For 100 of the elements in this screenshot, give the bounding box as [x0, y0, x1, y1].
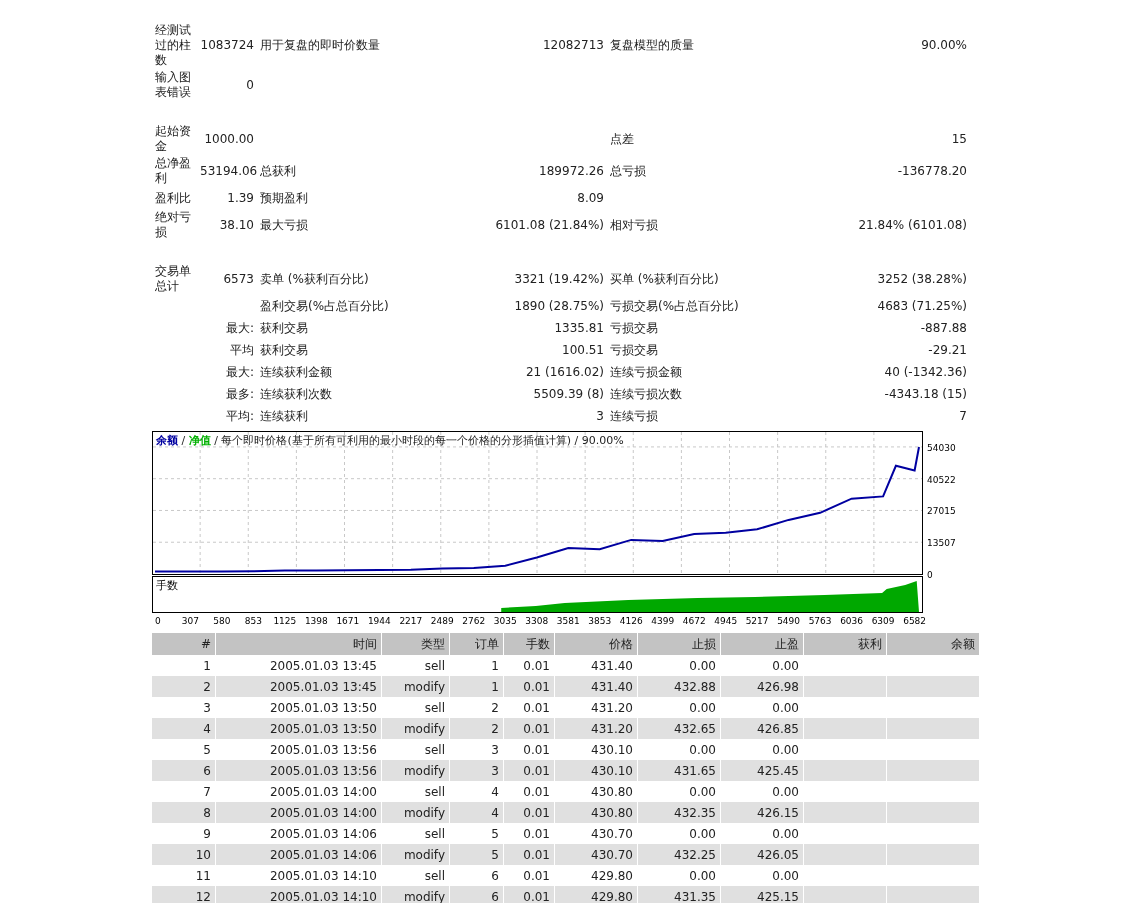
stat-value: 1335.81	[554, 320, 604, 335]
table-cell: 0.01	[523, 679, 550, 694]
table-cell: 429.80	[591, 889, 633, 903]
stat-label: 亏损交易	[610, 342, 658, 357]
x-tick-label: 4672	[682, 616, 706, 626]
x-tick-label: 1398	[304, 616, 328, 626]
table-cell: 6	[203, 763, 211, 778]
table-cell: 2	[203, 679, 211, 694]
table-cell: 0.01	[523, 658, 550, 673]
stat-value: 7	[959, 408, 967, 423]
table-cell: 431.35	[674, 889, 716, 903]
x-tick-label: 2217	[399, 616, 423, 626]
column-header: 价格	[555, 633, 637, 655]
stat-label: 经测试过的柱数	[155, 23, 191, 67]
table-cell: 0.00	[772, 700, 799, 715]
table-cell: modify	[403, 763, 445, 778]
table-cell: modify	[403, 847, 445, 862]
table-cell: 431.40	[591, 679, 633, 694]
table-cell: 0.00	[772, 742, 799, 757]
table-cell: 430.70	[591, 826, 633, 841]
table-cell: 0.00	[689, 742, 716, 757]
table-cell: 5	[491, 847, 499, 862]
stat-label: 输入图表错误	[155, 70, 191, 99]
table-cell: 4	[491, 784, 499, 799]
table-cell: 432.88	[674, 679, 716, 694]
x-tick-label: 4126	[619, 616, 643, 626]
stat-label: 用于复盘的即时价数量	[260, 38, 380, 52]
stat-value: 1000.00	[204, 131, 254, 146]
table-cell: 6	[491, 889, 499, 903]
table-cell: 1	[203, 658, 211, 673]
table-cell: 3	[491, 763, 499, 778]
stat-label: 卖单 (%获利百分比)	[260, 271, 369, 286]
table-cell: 426.85	[757, 721, 799, 736]
x-tick-label: 6309	[871, 616, 895, 626]
stat-value: 90.00%	[921, 38, 967, 52]
stat-value: 最大:	[225, 320, 254, 335]
table-cell: 432.65	[674, 721, 716, 736]
table-cell: 426.98	[757, 679, 799, 694]
stat-label: 最大亏损	[260, 217, 308, 232]
lots-label: 手数	[156, 579, 178, 592]
table-cell: 2005.01.03 14:06	[269, 847, 377, 862]
table-cell: 2005.01.03 13:56	[269, 742, 377, 757]
stat-value: 12082713	[542, 38, 604, 52]
stat-value: 0	[246, 77, 254, 92]
column-header: 时间	[216, 633, 381, 655]
stat-value: 21 (1616.02)	[525, 364, 604, 379]
column-header: 余额	[887, 633, 979, 655]
table-cell: 0.01	[523, 805, 550, 820]
stat-label: 点差	[610, 131, 634, 146]
table-cell: 0.00	[689, 658, 716, 673]
stat-label: 盈利交易(%占总百分比)	[260, 298, 389, 313]
stat-value: 189972.26	[539, 163, 604, 178]
y-tick-label: 40522	[927, 474, 956, 485]
x-tick-label: 0	[155, 616, 161, 626]
stat-value: 3	[596, 408, 604, 423]
table-cell: 0.00	[689, 826, 716, 841]
table-cell: 2005.01.03 13:45	[269, 658, 377, 673]
table-cell: 2005.01.03 13:50	[269, 721, 377, 736]
stat-label: 买单 (%获利百分比)	[610, 271, 719, 286]
table-cell: sell	[424, 784, 445, 799]
x-tick-label: 2489	[430, 616, 454, 626]
table-cell: sell	[424, 826, 445, 841]
table-cell: 6	[491, 868, 499, 883]
stat-value: 1890 (28.75%)	[514, 298, 604, 313]
table-cell: 0.00	[772, 658, 799, 673]
stat-value: 3321 (19.42%)	[514, 271, 604, 286]
table-cell: 9	[203, 826, 211, 841]
stat-value: 100.51	[562, 342, 604, 357]
table-cell: 8	[203, 805, 211, 820]
x-tick-label: 4945	[714, 616, 738, 626]
stat-label: 盈利比	[155, 190, 191, 205]
stat-value: 1.39	[227, 190, 254, 205]
stat-value: 4683 (71.25%)	[877, 298, 967, 313]
table-cell: 431.65	[674, 763, 716, 778]
table-cell: 431.40	[591, 658, 633, 673]
x-tick-label: 5490	[777, 616, 801, 626]
table-cell: 12	[195, 889, 211, 903]
stat-value: 8.09	[577, 190, 604, 205]
x-tick-label: 1125	[273, 616, 297, 626]
table-cell: 4	[203, 721, 211, 736]
x-tick-label: 5217	[745, 616, 769, 626]
y-tick-label: 54030	[927, 442, 956, 453]
stat-label: 总净盈利	[155, 156, 191, 185]
table-cell: sell	[424, 868, 445, 883]
stat-value: -29.21	[928, 342, 967, 357]
table-cell: 0.01	[523, 742, 550, 757]
table-cell: 431.20	[591, 700, 633, 715]
table-cell: 429.80	[591, 868, 633, 883]
stat-value: 平均	[230, 342, 254, 357]
table-cell: 7	[203, 784, 211, 799]
table-cell: 0.01	[523, 889, 550, 903]
y-tick-label: 0	[927, 570, 933, 580]
table-cell: 2005.01.03 14:10	[269, 868, 377, 883]
stat-label: 连续亏损次数	[610, 386, 682, 401]
stat-label: 连续获利	[260, 408, 308, 423]
table-cell: 432.35	[674, 805, 716, 820]
table-cell: 11	[195, 868, 211, 883]
table-cell: 1	[491, 679, 499, 694]
stat-value: 最多:	[225, 386, 254, 401]
table-cell: 3	[203, 700, 211, 715]
